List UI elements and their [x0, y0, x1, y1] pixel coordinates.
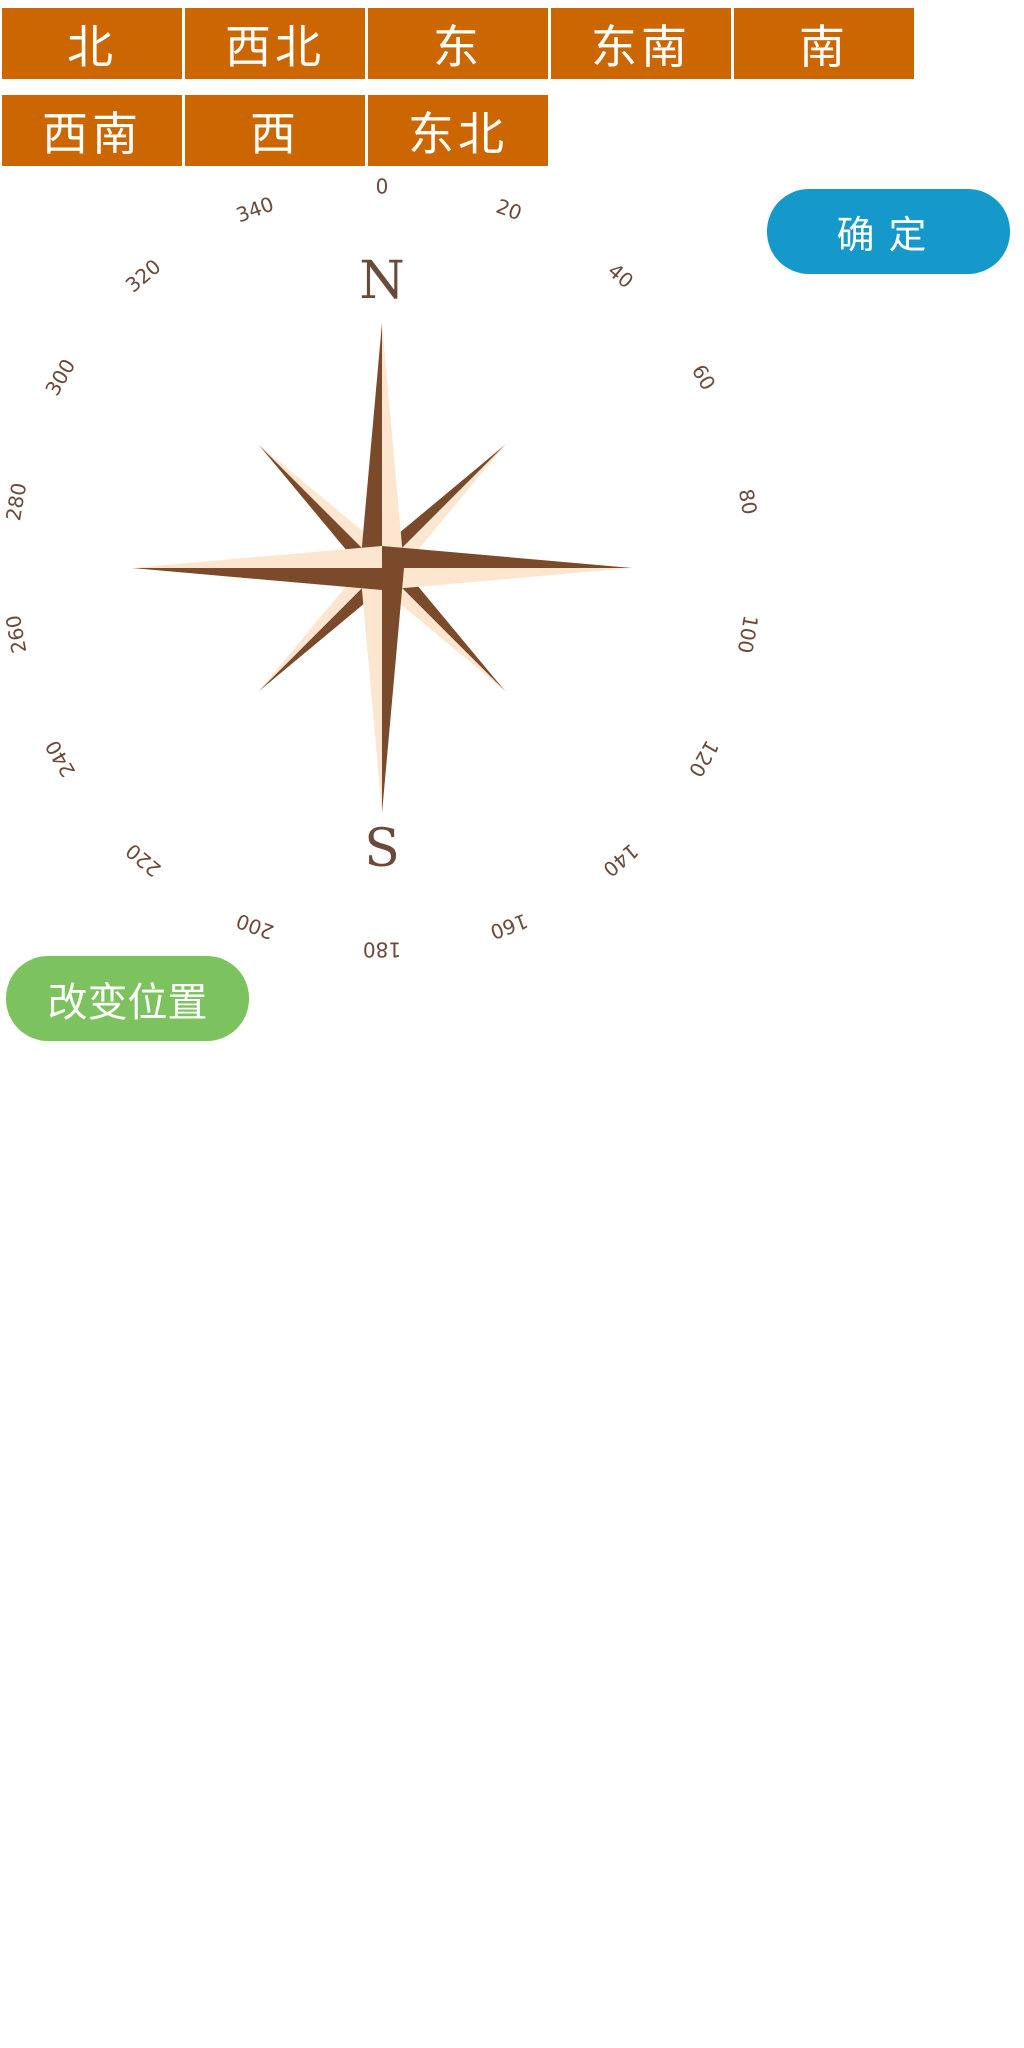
degree-label-60: 60	[687, 360, 721, 394]
direction-button-north[interactable]: 北	[2, 8, 182, 79]
compass-page: 北 西北 东 东南 南 西南 西 东北 确定 0 20 40 60 80 100 120 14…	[0, 0, 1024, 2048]
direction-button-southwest[interactable]: 西南	[2, 95, 182, 166]
degree-label-140: 140	[598, 839, 643, 882]
south-label: S	[364, 819, 400, 879]
change-position-button[interactable]: 改变位置	[6, 956, 249, 1041]
degree-label-280: 280	[1, 481, 31, 523]
degree-label-180: 180	[363, 938, 401, 962]
degree-label-80: 80	[734, 487, 762, 516]
degree-label-120: 120	[684, 736, 724, 781]
direction-button-northwest[interactable]: 西北	[185, 8, 365, 79]
degree-label-0: 0	[376, 175, 389, 199]
direction-button-southeast[interactable]: 东南	[551, 8, 731, 79]
degree-label-220: 220	[121, 839, 166, 882]
compass-star-icon	[132, 323, 632, 813]
degree-label-20: 20	[493, 194, 525, 225]
degree-label-300: 300	[40, 355, 80, 400]
direction-button-west[interactable]: 西	[185, 95, 365, 166]
degree-label-160: 160	[487, 909, 531, 945]
degree-label-320: 320	[121, 254, 166, 297]
direction-button-east[interactable]: 东	[368, 8, 548, 79]
degree-label-340: 340	[233, 192, 277, 228]
direction-button-northeast[interactable]: 东北	[368, 95, 548, 166]
north-label: N	[359, 251, 405, 311]
compass-rose: 0 20 40 60 80 100 120 140 160 180 200 220 240 260 280 3…	[1, 175, 763, 962]
direction-button-south[interactable]: 南	[734, 8, 914, 79]
degree-label-40: 40	[603, 258, 638, 293]
degree-label-100: 100	[733, 613, 763, 655]
confirm-button[interactable]: 确定	[767, 189, 1010, 274]
degree-label-240: 240	[40, 736, 80, 781]
degree-label-200: 200	[233, 909, 277, 945]
degree-label-260: 260	[1, 613, 31, 655]
